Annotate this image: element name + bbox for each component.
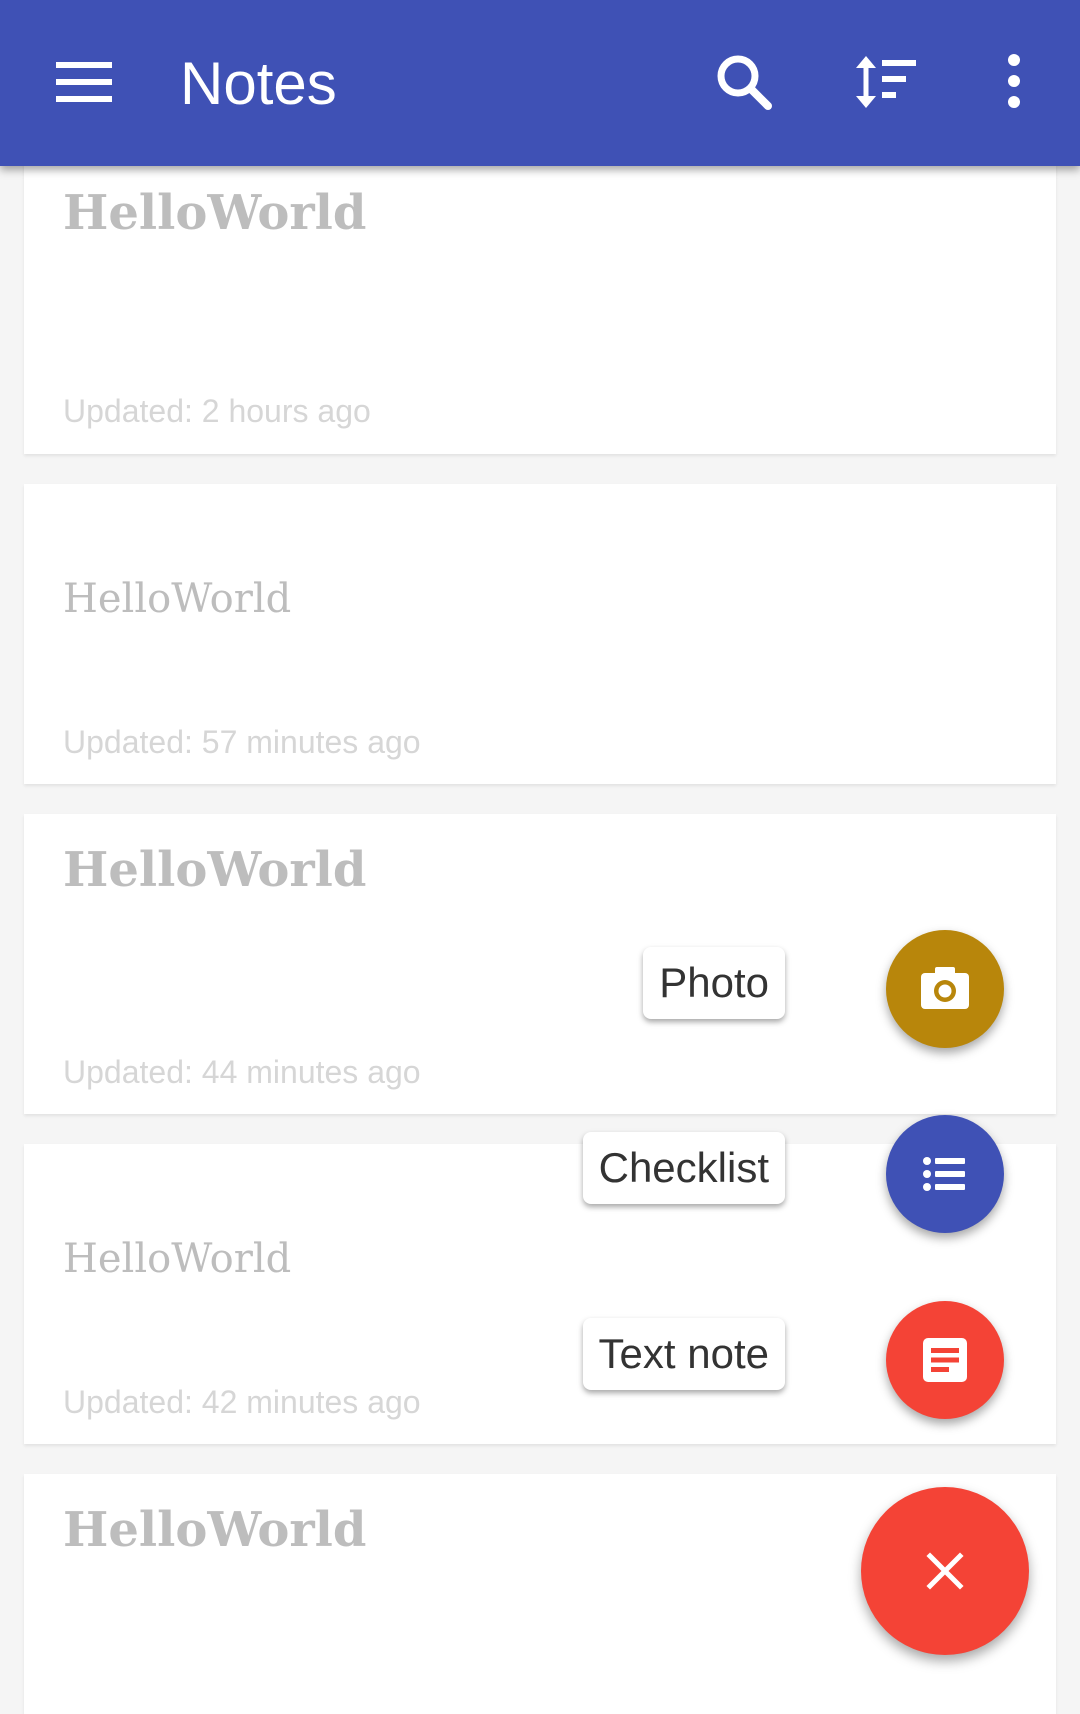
- checklist-fab[interactable]: [886, 1115, 1004, 1233]
- menu-button[interactable]: [40, 38, 128, 126]
- note-title: HelloWorld: [63, 185, 367, 241]
- menu-icon: [56, 62, 112, 102]
- notes-list: HelloWorld Updated: 2 hours ago HelloWor…: [0, 0, 1080, 1714]
- list-icon: [923, 1157, 965, 1191]
- sort-button[interactable]: [840, 38, 928, 126]
- app-title: Notes: [180, 50, 337, 117]
- checklist-label[interactable]: Checklist: [582, 1132, 785, 1204]
- more-options-button[interactable]: [970, 38, 1058, 126]
- note-title: HelloWorld: [63, 1502, 367, 1558]
- photo-label[interactable]: Photo: [643, 947, 785, 1019]
- text-note-fab[interactable]: [886, 1301, 1004, 1419]
- note-card[interactable]: HelloWorld Updated: 57 minutes ago: [24, 484, 1056, 784]
- search-icon: [717, 55, 772, 110]
- note-title: HelloWorld: [63, 842, 367, 898]
- sort-icon: [856, 56, 916, 108]
- photo-fab[interactable]: [886, 930, 1004, 1048]
- note-title: HelloWorld: [63, 576, 292, 622]
- more-vert-icon: [1008, 54, 1020, 108]
- close-fab[interactable]: [861, 1487, 1029, 1655]
- note-updated: Updated: 2 hours ago: [63, 393, 371, 429]
- note-updated: Updated: 57 minutes ago: [63, 724, 421, 760]
- text-note-icon: [923, 1338, 967, 1382]
- search-button[interactable]: [700, 38, 788, 126]
- note-updated: Updated: 42 minutes ago: [63, 1384, 421, 1420]
- note-card[interactable]: HelloWorld Updated: 2 hours ago: [24, 150, 1056, 454]
- note-title: HelloWorld: [63, 1236, 292, 1282]
- note-updated: Updated: 44 minutes ago: [63, 1054, 421, 1090]
- text-note-label[interactable]: Text note: [582, 1318, 785, 1390]
- camera-icon: [921, 967, 969, 1009]
- close-icon: [926, 1552, 964, 1590]
- app-bar: Notes: [0, 0, 1080, 166]
